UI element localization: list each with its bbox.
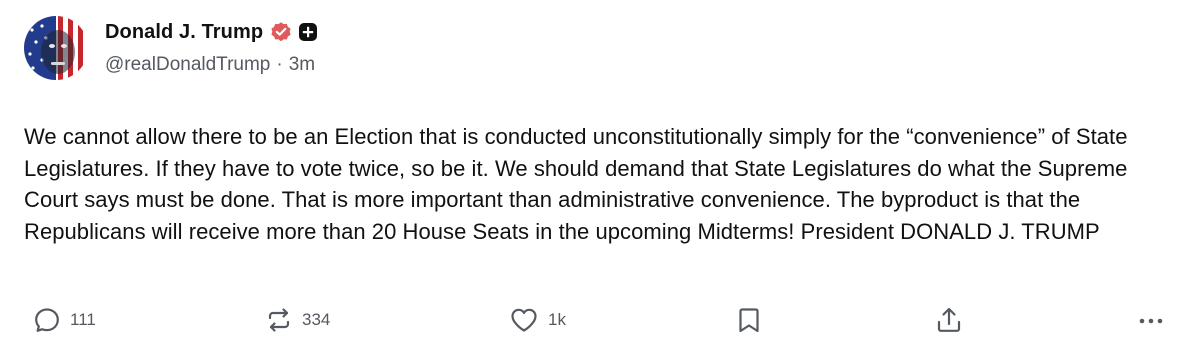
heart-icon bbox=[511, 308, 537, 332]
author-name-row: Donald J. Trump bbox=[105, 17, 318, 47]
avatar-image bbox=[24, 16, 88, 80]
reply-count: 111 bbox=[70, 310, 96, 329]
like-button[interactable]: 1k bbox=[508, 300, 566, 340]
author-handle[interactable]: @realDonaldTrump bbox=[105, 54, 270, 75]
more-options-button[interactable] bbox=[1134, 300, 1168, 340]
post-actions-bar: 111 334 1k bbox=[0, 300, 1199, 340]
post-timestamp[interactable]: 3m bbox=[289, 54, 315, 75]
author-display-name[interactable]: Donald J. Trump bbox=[105, 21, 263, 44]
verified-badge-icon bbox=[270, 21, 292, 43]
avatar[interactable] bbox=[24, 16, 88, 80]
author-meta-row: @realDonaldTrump · 3m bbox=[105, 54, 315, 76]
more-icon bbox=[1139, 318, 1163, 324]
share-icon bbox=[937, 307, 961, 332]
post-card: Donald J. Trump @realDonaldTrump · 3m We c… bbox=[0, 0, 1199, 351]
repost-icon bbox=[268, 308, 290, 332]
plus-badge-icon bbox=[298, 22, 318, 42]
meta-separator: · bbox=[276, 54, 283, 75]
repost-count: 334 bbox=[302, 310, 331, 329]
like-count: 1k bbox=[548, 310, 566, 329]
reply-button[interactable]: 111 bbox=[32, 300, 96, 340]
reply-icon bbox=[35, 308, 59, 332]
repost-button[interactable]: 334 bbox=[264, 300, 330, 340]
share-button[interactable] bbox=[934, 300, 964, 340]
post-body-text: We cannot allow there to be an Election … bbox=[24, 124, 1128, 244]
bookmark-button[interactable] bbox=[736, 300, 762, 340]
bookmark-icon bbox=[739, 308, 759, 333]
